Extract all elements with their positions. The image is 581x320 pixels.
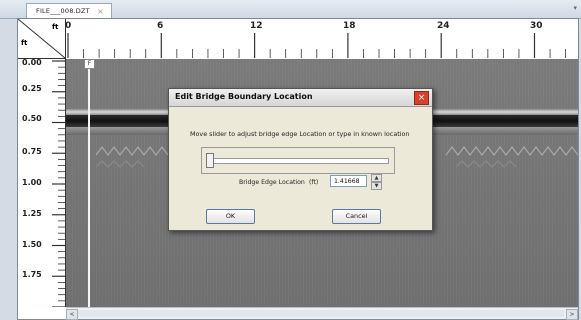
y-label-7: 1.75	[22, 270, 42, 279]
location-spinner[interactable]: ▲ ▼	[371, 174, 382, 190]
y-label-4: 1.00	[22, 178, 42, 187]
x-label-12: 12	[250, 21, 263, 31]
bridge-edge-marker-tag[interactable]: F	[84, 59, 95, 69]
scroll-left-button[interactable]: <	[66, 309, 78, 320]
x-label-24: 24	[437, 21, 450, 31]
vertical-ruler: 0.00 0.25 0.50 0.75 1.00 1.25 1.50 1.75	[18, 58, 66, 307]
x-label-18: 18	[343, 21, 356, 31]
y-label-6: 1.50	[22, 240, 42, 249]
x-label-30: 30	[530, 21, 543, 31]
location-unit: (ft)	[309, 179, 319, 186]
dialog-title: Edit Bridge Boundary Location	[175, 92, 313, 101]
x-label-0: 0	[65, 21, 72, 31]
file-tab-label: FILE___008.DZT	[36, 7, 90, 15]
slider-thumb[interactable]	[206, 153, 214, 168]
location-label: Bridge Edge Location	[239, 179, 305, 186]
scroll-right-button[interactable]: >	[566, 309, 578, 320]
horizontal-scrollbar[interactable]: < >	[66, 307, 578, 320]
y-label-5: 1.25	[22, 209, 42, 218]
vertical-unit-label: ft	[21, 39, 28, 47]
ok-button[interactable]: OK	[206, 209, 255, 224]
bridge-edge-marker-line[interactable]	[88, 59, 90, 307]
location-slider[interactable]	[201, 147, 395, 174]
tab-close-icon[interactable]: ×	[97, 4, 104, 19]
slider-track[interactable]	[207, 158, 389, 164]
dialog-title-bar[interactable]: Edit Bridge Boundary Location ×	[169, 89, 432, 107]
y-label-0: 0.00	[22, 58, 42, 67]
horizontal-ruler-ticks	[67, 33, 567, 58]
y-label-3: 0.75	[22, 147, 42, 156]
scroll-thumb[interactable]	[78, 310, 564, 317]
tab-bar: FILE___008.DZT × ▾	[0, 0, 581, 19]
location-input[interactable]: 1.41668	[330, 175, 367, 187]
file-tab[interactable]: FILE___008.DZT ×	[26, 3, 112, 19]
spin-up-icon[interactable]: ▲	[371, 174, 382, 182]
spin-down-icon[interactable]: ▼	[371, 182, 382, 190]
edit-bridge-boundary-dialog: Edit Bridge Boundary Location × Move sli…	[168, 88, 433, 231]
cancel-button[interactable]: Cancel	[332, 209, 381, 224]
x-label-6: 6	[157, 21, 164, 31]
horizontal-ruler: 0 6 12 18 24 30	[65, 19, 578, 58]
y-label-2: 0.50	[22, 114, 42, 123]
ruler-corner: ft ft	[18, 19, 66, 59]
dialog-close-icon[interactable]: ×	[414, 91, 429, 105]
horizontal-unit-label: ft	[52, 23, 59, 31]
y-label-1: 0.25	[22, 84, 42, 93]
dialog-instruction: Move slider to adjust bridge edge Locati…	[190, 130, 410, 138]
window-menu-arrow-icon[interactable]: ▾	[573, 4, 577, 12]
